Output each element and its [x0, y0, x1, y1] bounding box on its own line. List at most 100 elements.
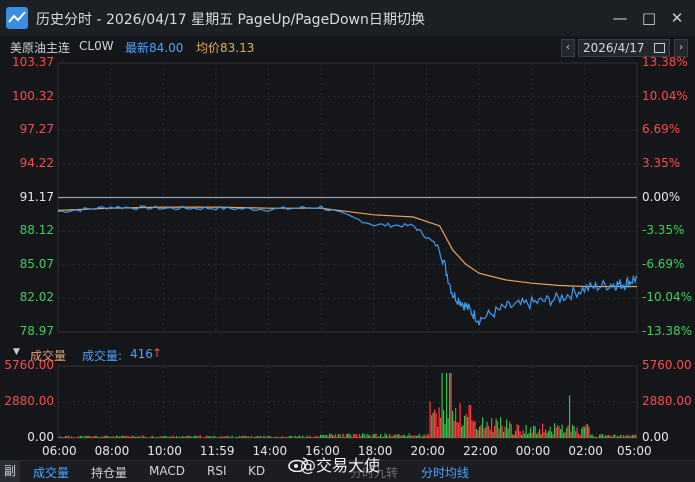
- volume-bar: [387, 436, 389, 438]
- volume-tick-label-right: 5760.00: [642, 358, 692, 372]
- volume-bar: [594, 436, 596, 438]
- volume-bar: [527, 434, 529, 438]
- volume-bar: [177, 437, 179, 438]
- volume-bar: [363, 433, 365, 438]
- volume-bar: [372, 434, 374, 438]
- volume-bar: [411, 435, 413, 438]
- intraday-chart[interactable]: [0, 0, 695, 460]
- volume-bar: [89, 435, 91, 438]
- volume-bar: [258, 436, 260, 438]
- volume-bar: [621, 436, 623, 438]
- price-line: [57, 205, 638, 326]
- volume-bar: [255, 436, 257, 438]
- volume-bar: [482, 417, 484, 438]
- volume-bar: [407, 435, 409, 438]
- volume-bar: [395, 434, 397, 438]
- tab-volume[interactable]: 成交量: [33, 464, 69, 481]
- volume-bar: [65, 435, 67, 438]
- volume-tick-label: 5760.00: [4, 358, 54, 372]
- volume-bar: [344, 437, 346, 438]
- volume-bar: [228, 436, 230, 438]
- volume-bar: [608, 434, 610, 438]
- volume-bar: [573, 426, 575, 438]
- volume-bar: [69, 436, 71, 438]
- volume-bar: [170, 436, 172, 438]
- volume-bar: [468, 404, 470, 438]
- volume-bar: [303, 436, 305, 438]
- volume-bar: [111, 436, 113, 438]
- volume-bar: [68, 435, 70, 438]
- volume-bar: [446, 373, 448, 438]
- volume-bar: [510, 423, 512, 438]
- volume-bar: [438, 407, 440, 438]
- tab-kd[interactable]: KD: [248, 464, 265, 478]
- volume-bar: [74, 437, 76, 438]
- volume-bar: [605, 435, 607, 438]
- volume-bar: [284, 437, 286, 438]
- volume-bar: [146, 436, 148, 438]
- volume-bar: [377, 436, 379, 438]
- volume-bar: [83, 437, 85, 438]
- volume-bar: [291, 436, 293, 438]
- volume-bar: [87, 435, 89, 438]
- volume-bar: [488, 425, 490, 438]
- volume-bar: [342, 433, 344, 438]
- volume-bar: [158, 437, 160, 438]
- volume-bar: [180, 437, 182, 438]
- volume-bar: [627, 434, 629, 438]
- volume-bar: [548, 430, 550, 438]
- volume-bar: [306, 435, 308, 438]
- volume-bar: [191, 437, 193, 438]
- volume-bar: [492, 432, 494, 438]
- volume-bar: [72, 437, 74, 438]
- volume-bar: [336, 436, 338, 438]
- collapse-toggle-icon[interactable]: ▼: [13, 347, 20, 357]
- volume-bar: [539, 429, 541, 438]
- volume-bar: [386, 434, 388, 438]
- average-price-line: [57, 206, 637, 288]
- volume-bar: [495, 418, 497, 438]
- volume-bar: [419, 433, 421, 438]
- volume-bar: [135, 436, 137, 438]
- tab-rsi[interactable]: RSI: [207, 464, 227, 478]
- volume-bar: [515, 431, 517, 438]
- volume-bar: [546, 433, 548, 438]
- volume-bar: [141, 435, 143, 438]
- volume-bar: [572, 424, 574, 438]
- volume-bar: [197, 436, 199, 438]
- volume-bar: [78, 436, 80, 438]
- volume-bar: [516, 424, 518, 438]
- volume-bar: [603, 436, 605, 438]
- volume-bar: [432, 412, 434, 438]
- volume-bar: [221, 436, 223, 438]
- volume-bar: [593, 436, 595, 438]
- volume-bar: [300, 436, 302, 438]
- volume-bar: [537, 432, 539, 438]
- volume-bar: [335, 434, 337, 438]
- volume-bar: [458, 422, 460, 438]
- volume-bar: [90, 436, 92, 438]
- volume-bar: [486, 421, 488, 438]
- volume-bar: [551, 431, 553, 438]
- volume-bar: [290, 435, 292, 438]
- volume-bar: [497, 421, 499, 438]
- time-tick-label: 00:00: [515, 444, 551, 458]
- volume-bar: [119, 436, 121, 438]
- volume-bar: [239, 435, 241, 438]
- volume-bar: [129, 436, 131, 438]
- volume-bar: [345, 434, 347, 438]
- tab-avg-line[interactable]: 分时均线: [421, 464, 469, 481]
- volume-bar: [576, 427, 578, 438]
- volume-bar: [117, 436, 119, 438]
- volume-bar: [153, 437, 155, 438]
- volume-bar: [588, 426, 590, 438]
- tab-open-interest[interactable]: 持仓量: [91, 464, 127, 481]
- volume-bar: [393, 434, 395, 438]
- volume-bar: [309, 435, 311, 438]
- subchart-toggle[interactable]: 副: [0, 461, 20, 482]
- volume-bar: [518, 425, 520, 438]
- tab-macd[interactable]: MACD: [149, 464, 185, 478]
- volume-bar: [635, 435, 637, 438]
- volume-bar: [143, 435, 145, 438]
- volume-bar: [71, 436, 73, 438]
